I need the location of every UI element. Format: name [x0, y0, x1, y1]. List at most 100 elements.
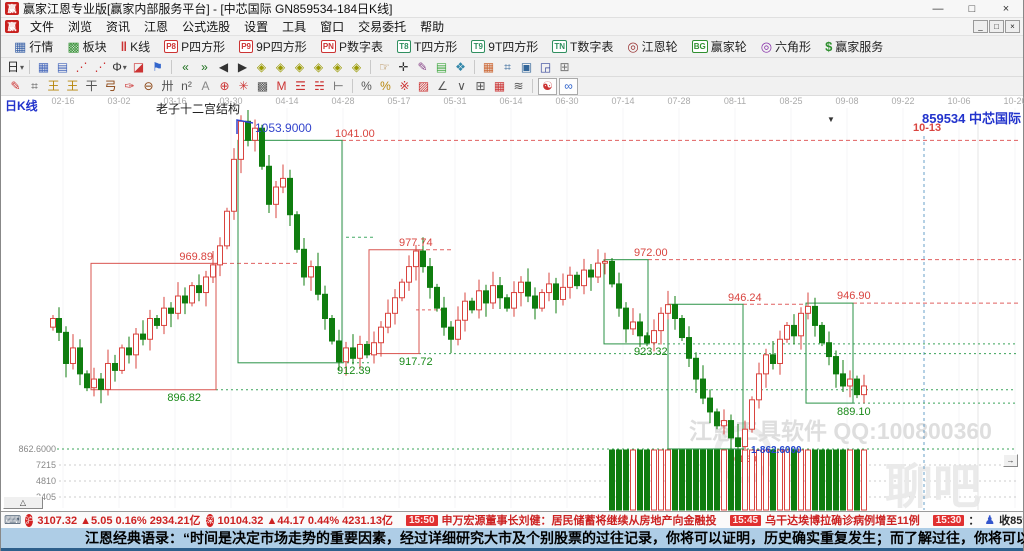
- time-lines-icon[interactable]: 卅: [158, 78, 177, 95]
- overlay-icon[interactable]: ◪: [129, 59, 148, 76]
- menu-item-10[interactable]: 帮助: [413, 18, 451, 35]
- p-square-button[interactable]: P8 P四方形: [157, 37, 232, 57]
- shade-box-icon[interactable]: ▩: [253, 78, 272, 95]
- trigram2-icon[interactable]: ☵: [310, 78, 329, 95]
- menu-item-5[interactable]: 公式选股: [175, 18, 237, 35]
- crosshair-icon[interactable]: ✛: [394, 59, 413, 76]
- period-day-button[interactable]: 日 ▾: [6, 59, 25, 76]
- save-icon[interactable]: ◲: [536, 59, 555, 76]
- star-lines-icon[interactable]: ✳: [234, 78, 253, 95]
- calendar-icon[interactable]: ▦: [479, 59, 498, 76]
- ruler-icon[interactable]: ⊢: [329, 78, 348, 95]
- menu-item-1[interactable]: 文件: [23, 18, 61, 35]
- minimize-button[interactable]: —: [921, 0, 955, 17]
- toolbar-separator: [474, 60, 475, 74]
- chart-area[interactable]: 江恩工具软件 QQ:100800360聊吧861.60日K线老子十二宫结构105…: [1, 96, 1024, 514]
- news-time-1[interactable]: 15:50: [405, 514, 438, 526]
- t-square-button[interactable]: T8 T四方形: [390, 37, 464, 57]
- gann-box-icon-4[interactable]: ◈: [309, 59, 328, 76]
- 9t-square-button[interactable]: T9 9T四方形: [464, 37, 545, 57]
- winner-wheel-button[interactable]: BG 赢家轮: [685, 37, 754, 57]
- taiji-icon[interactable]: ☯: [538, 77, 557, 95]
- red-grid-icon[interactable]: ▦: [490, 78, 509, 95]
- rays-icon[interactable]: ※: [395, 78, 414, 95]
- news-headline-2[interactable]: 乌干达埃博拉确诊病例增至11例: [765, 512, 920, 528]
- trigram-icon[interactable]: ☲: [291, 78, 310, 95]
- infinity-icon[interactable]: ∞: [559, 77, 578, 95]
- export-icon[interactable]: ⊞: [555, 59, 574, 76]
- menu-item-7[interactable]: 工具: [275, 18, 313, 35]
- news-time-2[interactable]: 15:45: [729, 514, 762, 526]
- new-window-icon[interactable]: ▦: [34, 59, 53, 76]
- scroll-right-button[interactable]: →: [1003, 454, 1018, 467]
- quotes-button[interactable]: ▦ 行情: [7, 37, 60, 57]
- blocks-icon[interactable]: ❖: [451, 59, 470, 76]
- sectors-button[interactable]: ▩ 板块: [60, 37, 113, 57]
- gann-circle-icon[interactable]: ⊕: [215, 78, 234, 95]
- stairs-up2-icon[interactable]: ⋰: [91, 59, 110, 76]
- first-page-icon[interactable]: «: [176, 59, 195, 76]
- check-tool-icon[interactable]: ∨: [452, 78, 471, 95]
- title-bar: 赢 赢家江恩专业版[赢家内部服务平台] - [中芯国际 GN859534-184…: [1, 0, 1023, 18]
- gann-box-icon-3[interactable]: ◈: [290, 59, 309, 76]
- menu-item-6[interactable]: 设置: [237, 18, 275, 35]
- hexagon-button[interactable]: ◎ 六角形: [754, 37, 818, 57]
- p-table-button[interactable]: PN P数字表: [314, 37, 390, 57]
- news-headline-1[interactable]: 申万宏源董事长刘健：居民储蓄将继续从房地产向金融投: [442, 512, 717, 528]
- menu-item-9[interactable]: 交易委托: [351, 18, 413, 35]
- prev-bar-icon[interactable]: ◀: [214, 59, 233, 76]
- menu-item-8[interactable]: 窗口: [313, 18, 351, 35]
- circle-tool-icon[interactable]: ⊖: [139, 78, 158, 95]
- gann-box-icon-5[interactable]: ◈: [328, 59, 347, 76]
- menu-item-3[interactable]: 资讯: [99, 18, 137, 35]
- mdi-close-button[interactable]: ×: [1005, 20, 1020, 33]
- chart-label: 969.89: [179, 251, 213, 263]
- gann-box-icon-1[interactable]: ◈: [252, 59, 271, 76]
- close-button[interactable]: ×: [989, 0, 1023, 17]
- arc-tool-icon[interactable]: 弓: [101, 78, 120, 95]
- hand-icon[interactable]: ☞: [375, 59, 394, 76]
- stairs-up-icon[interactable]: ⋰: [72, 59, 91, 76]
- winner-service-button[interactable]: $ 赢家服务: [818, 37, 890, 57]
- angle-tool-icon[interactable]: ∠: [433, 78, 452, 95]
- calculator-icon[interactable]: ⌗: [498, 59, 517, 76]
- angle-pen-icon[interactable]: ✑: [120, 78, 139, 95]
- golden-grid2-icon[interactable]: 王: [63, 78, 82, 95]
- panel-icon[interactable]: ▤: [432, 59, 451, 76]
- percent-icon[interactable]: %: [357, 78, 376, 95]
- flag-icon[interactable]: ⚑: [148, 59, 167, 76]
- sz-index-quote: 10104.32 ▲44.17 0.44% 4231.13亿: [217, 515, 393, 527]
- news-time-3[interactable]: 15:30: [932, 514, 965, 526]
- gann-box-icon-2[interactable]: ◈: [271, 59, 290, 76]
- gann-wheel-button[interactable]: ◎ 江恩轮: [620, 37, 684, 57]
- annotate-icon[interactable]: ✎: [413, 59, 432, 76]
- maximize-button[interactable]: □: [955, 0, 989, 17]
- gann-fan-icon[interactable]: 干: [82, 78, 101, 95]
- square-numbers-icon[interactable]: n²: [177, 78, 196, 95]
- wave-m-icon[interactable]: M: [272, 78, 291, 95]
- table-tool-icon[interactable]: ⊞: [471, 78, 490, 95]
- t-table-button[interactable]: TN T数字表: [545, 37, 620, 57]
- 9p-square-button[interactable]: P9 9P四方形: [232, 37, 314, 57]
- quote-list-icon[interactable]: ▤: [53, 59, 72, 76]
- waves-icon[interactable]: ≋: [509, 78, 528, 95]
- grid-tool-icon[interactable]: ⌗: [25, 78, 44, 95]
- candle-style-icon[interactable]: Φ ▾: [110, 59, 129, 76]
- mdi-restore-button[interactable]: □: [989, 20, 1004, 33]
- golden-grid-icon[interactable]: 王: [44, 78, 63, 95]
- menu-item-4[interactable]: 江恩: [137, 18, 175, 35]
- date-tick-label: 09-08: [835, 96, 858, 106]
- text-tool-icon[interactable]: A: [196, 78, 215, 95]
- winner-wheel-button-label: 赢家轮: [710, 40, 747, 54]
- hatch-box-icon[interactable]: ▨: [414, 78, 433, 95]
- zoom-out-button[interactable]: △: [3, 496, 43, 509]
- kline-button[interactable]: ‖ K线: [114, 37, 157, 57]
- percent-gold-icon[interactable]: %: [376, 78, 395, 95]
- report-icon[interactable]: ▣: [517, 59, 536, 76]
- mdi-minimize-button[interactable]: _: [973, 20, 988, 33]
- draw-pen-icon[interactable]: ✎: [6, 78, 25, 95]
- gann-box-icon-6[interactable]: ◈: [347, 59, 366, 76]
- last-page-icon[interactable]: »: [195, 59, 214, 76]
- menu-item-2[interactable]: 浏览: [61, 18, 99, 35]
- next-bar-icon[interactable]: ▶: [233, 59, 252, 76]
